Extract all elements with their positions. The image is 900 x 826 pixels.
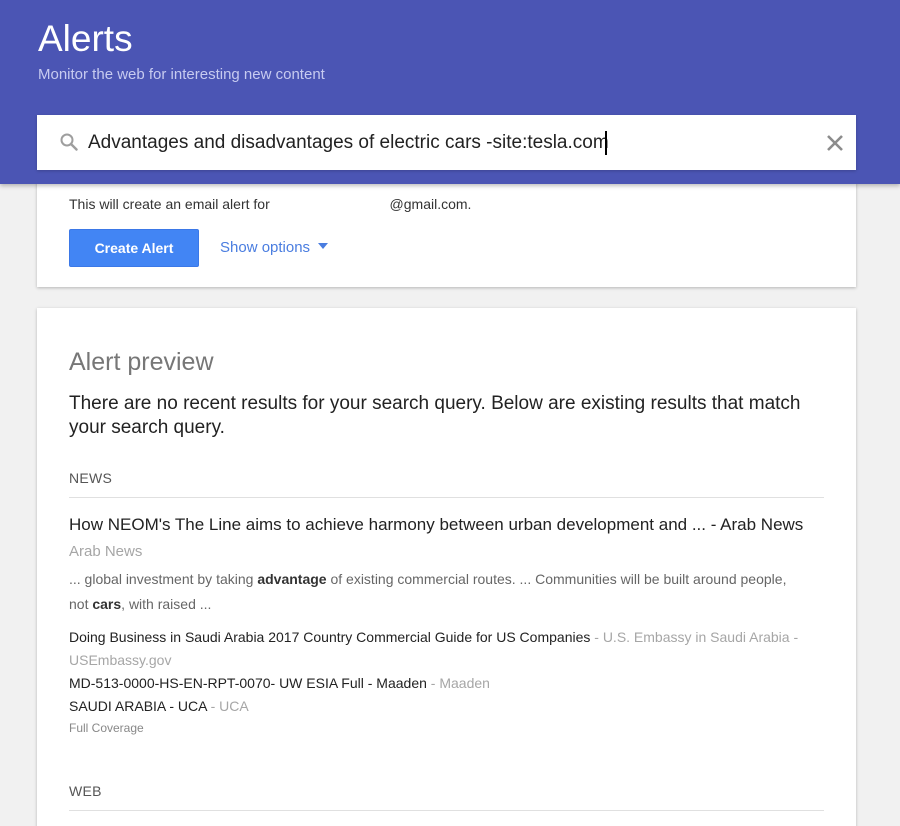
related-article-title: Doing Business in Saudi Arabia 2017 Coun… (69, 629, 591, 645)
alert-setup-card: This will create an email alert for @gma… (37, 170, 856, 287)
related-article-source: - Maaden (426, 675, 490, 691)
create-alert-button[interactable]: Create Alert (69, 229, 199, 267)
preview-title: Alert preview (69, 348, 214, 376)
show-options-link[interactable]: Show options (220, 239, 329, 256)
news-divider (69, 497, 824, 498)
related-article[interactable]: Doing Business in Saudi Arabia 2017 Coun… (69, 626, 809, 672)
text-caret (605, 131, 607, 155)
web-divider (69, 810, 824, 811)
snippet-text-1: ... global investment by taking (69, 571, 258, 587)
snippet-bold-1: advantage (257, 571, 327, 587)
email-notice-prefix: This will create an email alert for (69, 196, 270, 212)
search-bar[interactable] (37, 115, 856, 170)
news-result-source: Arab News (69, 543, 143, 560)
related-article-title: MD-513-0000-HS-EN-RPT-0070- UW ESIA Full… (69, 675, 427, 691)
web-section-label: WEB (69, 783, 102, 799)
related-article-title: SAUDI ARABIA - UCA (69, 698, 207, 714)
chevron-down-icon (318, 243, 329, 250)
related-article[interactable]: SAUDI ARABIA - UCA - UCA (69, 695, 249, 718)
email-notice: This will create an email alert for @gma… (69, 196, 471, 212)
news-result-snippet: ... global investment by taking advantag… (69, 567, 809, 617)
page-title: Alerts (38, 18, 133, 59)
search-icon (60, 133, 78, 151)
alert-preview-card: Alert preview There are no recent result… (37, 308, 856, 826)
search-input[interactable] (88, 126, 808, 160)
news-section-label: NEWS (69, 470, 113, 486)
full-coverage-link[interactable]: Full Coverage (69, 721, 144, 735)
preview-message: There are no recent results for your sea… (69, 393, 801, 438)
related-article-source: - UCA (206, 698, 249, 714)
page-subtitle: Monitor the web for interesting new cont… (38, 66, 325, 83)
email-notice-suffix: @gmail.com. (389, 196, 472, 212)
app-header: Alerts Monitor the web for interesting n… (0, 0, 900, 184)
related-article[interactable]: MD-513-0000-HS-EN-RPT-0070- UW ESIA Full… (69, 672, 490, 695)
snippet-bold-2: cars (92, 596, 122, 612)
news-result-title[interactable]: How NEOM's The Line aims to achieve harm… (69, 515, 803, 535)
close-icon[interactable] (824, 132, 846, 154)
show-options-label: Show options (220, 239, 311, 256)
snippet-text-3: , with raised ... (121, 596, 212, 612)
